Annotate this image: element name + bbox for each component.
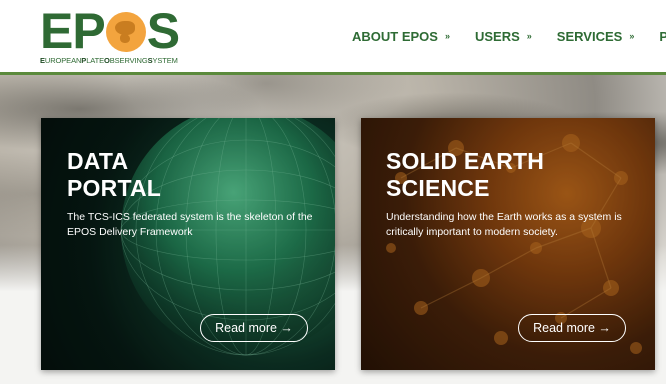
card-solid-earth-science[interactable]: SOLID EARTH SCIENCE Understanding how th… xyxy=(361,118,655,370)
tagline-text: YSTEM xyxy=(152,56,178,65)
logo-word-post: S xyxy=(146,3,180,59)
logo-word-pre: EP xyxy=(40,3,106,59)
site-header: EP S EUROPEANPLATEOBSERVINGSYSTEM ABOUT E… xyxy=(0,0,666,72)
card-title-line: DATA xyxy=(67,148,129,174)
read-more-button[interactable]: Read more → xyxy=(518,314,626,342)
logo-wordmark: EP S xyxy=(40,3,180,59)
chevron-double-down-icon: » xyxy=(444,31,450,41)
globe-logo-icon xyxy=(105,12,146,52)
nav-item-label: SERVICES xyxy=(556,28,623,44)
nav-item-label: USERS xyxy=(474,28,520,44)
nav-item-label: ABOUT EPOS xyxy=(352,28,438,44)
card-title: SOLID EARTH SCIENCE xyxy=(386,148,544,202)
card-data-portal[interactable]: DATA PORTAL The TCS-ICS federated system… xyxy=(41,118,335,370)
card-title-line: PORTAL xyxy=(67,175,162,201)
card-title-line: SOLID EARTH xyxy=(386,148,545,174)
logo-tagline: EUROPEANPLATEOBSERVINGSYSTEM xyxy=(40,56,178,65)
nav-item-about-epos[interactable]: ABOUT EPOS » xyxy=(352,26,450,46)
nav-item-pr[interactable]: PR xyxy=(659,26,666,46)
chevron-double-down-icon: » xyxy=(526,31,532,41)
read-more-button[interactable]: Read more → xyxy=(200,314,308,342)
card-description: Understanding how the Earth works as a s… xyxy=(386,211,622,238)
card-description: The TCS-ICS federated system is the skel… xyxy=(67,211,313,238)
tagline-text: UROPEAN xyxy=(44,56,82,65)
chevron-double-down-icon: » xyxy=(629,31,635,41)
tagline-text: BSERVING xyxy=(109,56,148,65)
epos-logo[interactable]: EP S EUROPEANPLATEOBSERVINGSYSTEM xyxy=(40,3,180,67)
main-nav: ABOUT EPOS » USERS » SERVICES » PR xyxy=(352,26,666,46)
nav-item-services[interactable]: SERVICES » xyxy=(557,26,635,46)
tagline-text: LATE xyxy=(86,56,105,65)
card-title-line: SCIENCE xyxy=(386,175,490,201)
nav-item-users[interactable]: USERS » xyxy=(475,26,532,46)
nav-item-label: PR xyxy=(659,28,666,44)
card-title: DATA PORTAL xyxy=(67,148,161,202)
